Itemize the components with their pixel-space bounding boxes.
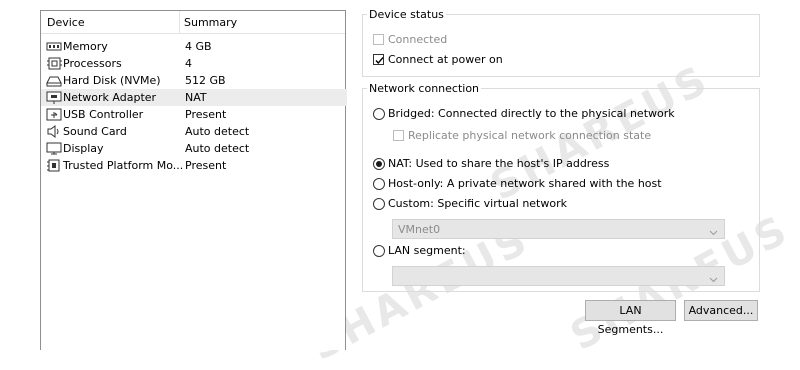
nat-label: NAT: Used to share the host's IP address <box>388 157 610 170</box>
device-list[interactable]: Device Summary Memory 4 GB Processors 4 … <box>40 10 347 350</box>
device-row-hard-disk[interactable]: Hard Disk (NVMe) 512 GB <box>41 72 345 89</box>
speaker-icon <box>46 125 62 138</box>
bridged-label: Bridged: Connected directly to the physi… <box>388 107 675 120</box>
chevron-down-icon <box>709 226 718 239</box>
lan-segments-button[interactable]: LAN Segments... <box>585 300 676 336</box>
custom-network-select[interactable]: VMnet0 <box>392 219 725 239</box>
device-summary: 4 GB <box>185 40 212 53</box>
host-only-radio[interactable]: Host-only: A private network shared with… <box>373 177 662 190</box>
device-row-usb-controller[interactable]: USB Controller Present <box>41 106 345 123</box>
lan-segment-select[interactable] <box>392 266 725 286</box>
device-summary: Auto detect <box>185 125 250 138</box>
device-summary: 4 <box>185 57 192 70</box>
connect-at-power-on-checkbox[interactable]: Connect at power on <box>373 53 503 66</box>
device-summary: Auto detect <box>185 142 250 155</box>
device-name: USB Controller <box>63 108 144 121</box>
tpm-icon <box>46 159 62 172</box>
device-summary: NAT <box>185 91 207 104</box>
replicate-state-checkbox[interactable]: Replicate physical network connection st… <box>393 129 651 142</box>
device-row-memory[interactable]: Memory 4 GB <box>41 38 345 55</box>
device-summary: Present <box>185 108 227 121</box>
usb-icon <box>46 108 62 121</box>
radio-circle <box>373 197 385 210</box>
checkmark-icon <box>373 54 384 65</box>
device-row-trusted-platform-module[interactable]: Trusted Platform Mo... Present <box>41 157 345 174</box>
nat-radio[interactable]: NAT: Used to share the host's IP address <box>373 157 609 170</box>
device-name: Trusted Platform Mo... <box>63 159 184 172</box>
radio-circle <box>373 244 385 257</box>
chevron-down-icon <box>709 273 718 286</box>
device-name: Memory <box>63 40 108 53</box>
checkbox-box <box>373 34 384 45</box>
monitor-icon <box>46 142 62 155</box>
custom-radio[interactable]: Custom: Specific virtual network <box>373 197 567 210</box>
radio-circle <box>373 157 385 170</box>
network-adapter-icon <box>46 91 62 104</box>
memory-icon <box>46 40 62 53</box>
network-connection-legend: Network connection <box>369 82 480 95</box>
device-list-header: Device Summary <box>41 11 345 34</box>
device-row-display[interactable]: Display Auto detect <box>41 140 345 157</box>
device-row-sound-card[interactable]: Sound Card Auto detect <box>41 123 345 140</box>
device-summary: Present <box>185 159 227 172</box>
column-header-summary[interactable]: Summary <box>184 16 237 29</box>
replicate-state-label: Replicate physical network connection st… <box>408 129 652 142</box>
device-name: Network Adapter <box>63 91 157 104</box>
device-row-processors[interactable]: Processors 4 <box>41 55 345 72</box>
bridged-radio[interactable]: Bridged: Connected directly to the physi… <box>373 107 675 120</box>
custom-label: Custom: Specific virtual network <box>388 197 567 210</box>
radio-circle <box>373 107 385 120</box>
column-header-device[interactable]: Device <box>47 16 85 29</box>
device-name: Sound Card <box>63 125 127 138</box>
connected-checkbox[interactable]: Connected <box>373 33 447 46</box>
connected-label: Connected <box>388 33 448 46</box>
connect-at-power-on-label: Connect at power on <box>388 53 503 66</box>
custom-network-value: VMnet0 <box>398 223 441 236</box>
device-row-network-adapter[interactable]: Network Adapter NAT <box>41 89 347 106</box>
device-summary: 512 GB <box>185 74 226 87</box>
device-status-group: Device status Connected Connect at power… <box>362 8 760 77</box>
device-name: Hard Disk (NVMe) <box>63 74 161 87</box>
device-name: Display <box>63 142 104 155</box>
lan-segment-radio[interactable]: LAN segment: <box>373 244 466 257</box>
device-status-legend: Device status <box>369 8 444 21</box>
processor-icon <box>46 57 62 70</box>
radio-circle <box>373 177 385 190</box>
host-only-label: Host-only: A private network shared with… <box>388 177 662 190</box>
advanced-button[interactable]: Advanced... <box>684 300 758 321</box>
device-name: Processors <box>63 57 122 70</box>
hard-disk-icon <box>46 74 62 87</box>
lan-segment-label: LAN segment: <box>388 244 466 257</box>
network-connection-group: Network connection Bridged: Connected di… <box>362 82 760 292</box>
checkbox-box <box>393 130 404 141</box>
